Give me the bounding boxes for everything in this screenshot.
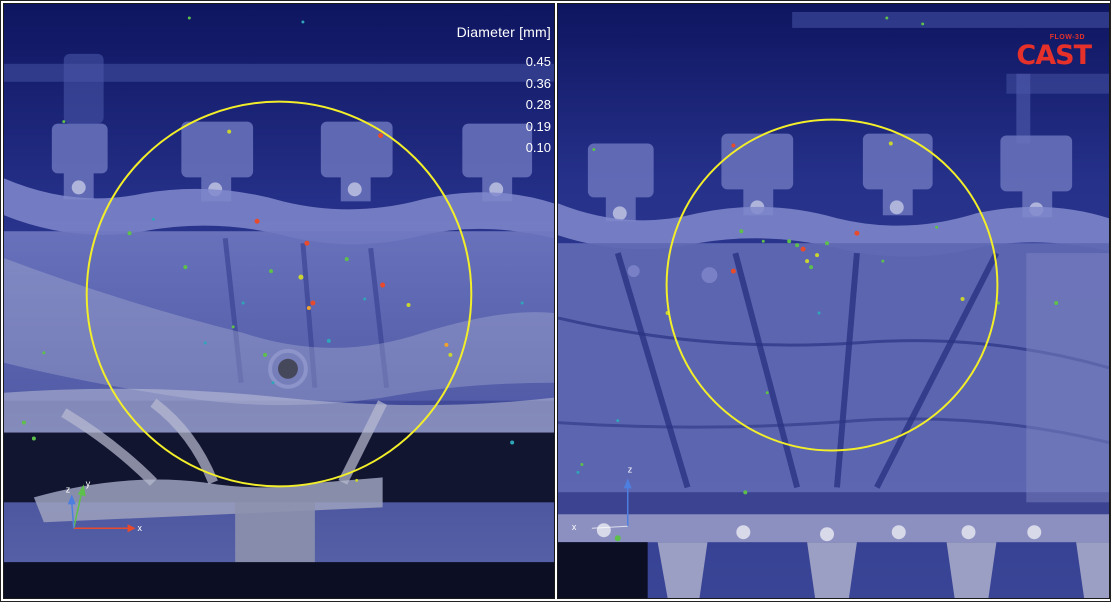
figure-frame: x y z Diameter [mm] 0.45 0.36 0.28 0.19 … [0,0,1111,602]
left-view-panel: x y z Diameter [mm] 0.45 0.36 0.28 0.19 … [3,3,555,599]
legend-tick-labels: 0.45 0.36 0.28 0.19 0.10 [511,51,551,159]
axis-y-label: y [86,478,91,488]
right-casting-render: z x [558,4,1109,598]
legend-title: Diameter [mm] [456,24,551,40]
legend-tick: 0.36 [525,75,551,91]
legend-tick: 0.10 [525,140,551,155]
legend-tick: 0.45 [525,54,551,69]
legend-tick: 0.19 [525,118,551,134]
flow3d-cast-logo: FLOW-3D CAST [999,32,1092,78]
legend-tick: 0.28 [525,97,551,112]
logo-brand: CAST [1016,40,1092,71]
axis-x-label: x [138,523,143,533]
left-casting-render: x y z [4,4,554,598]
right-view-panel: z x FLOW-3D CAST [557,3,1110,599]
axis-z-label: z [66,484,71,494]
axis-z-label: z [628,464,633,474]
axis-x-label: x [572,522,577,532]
